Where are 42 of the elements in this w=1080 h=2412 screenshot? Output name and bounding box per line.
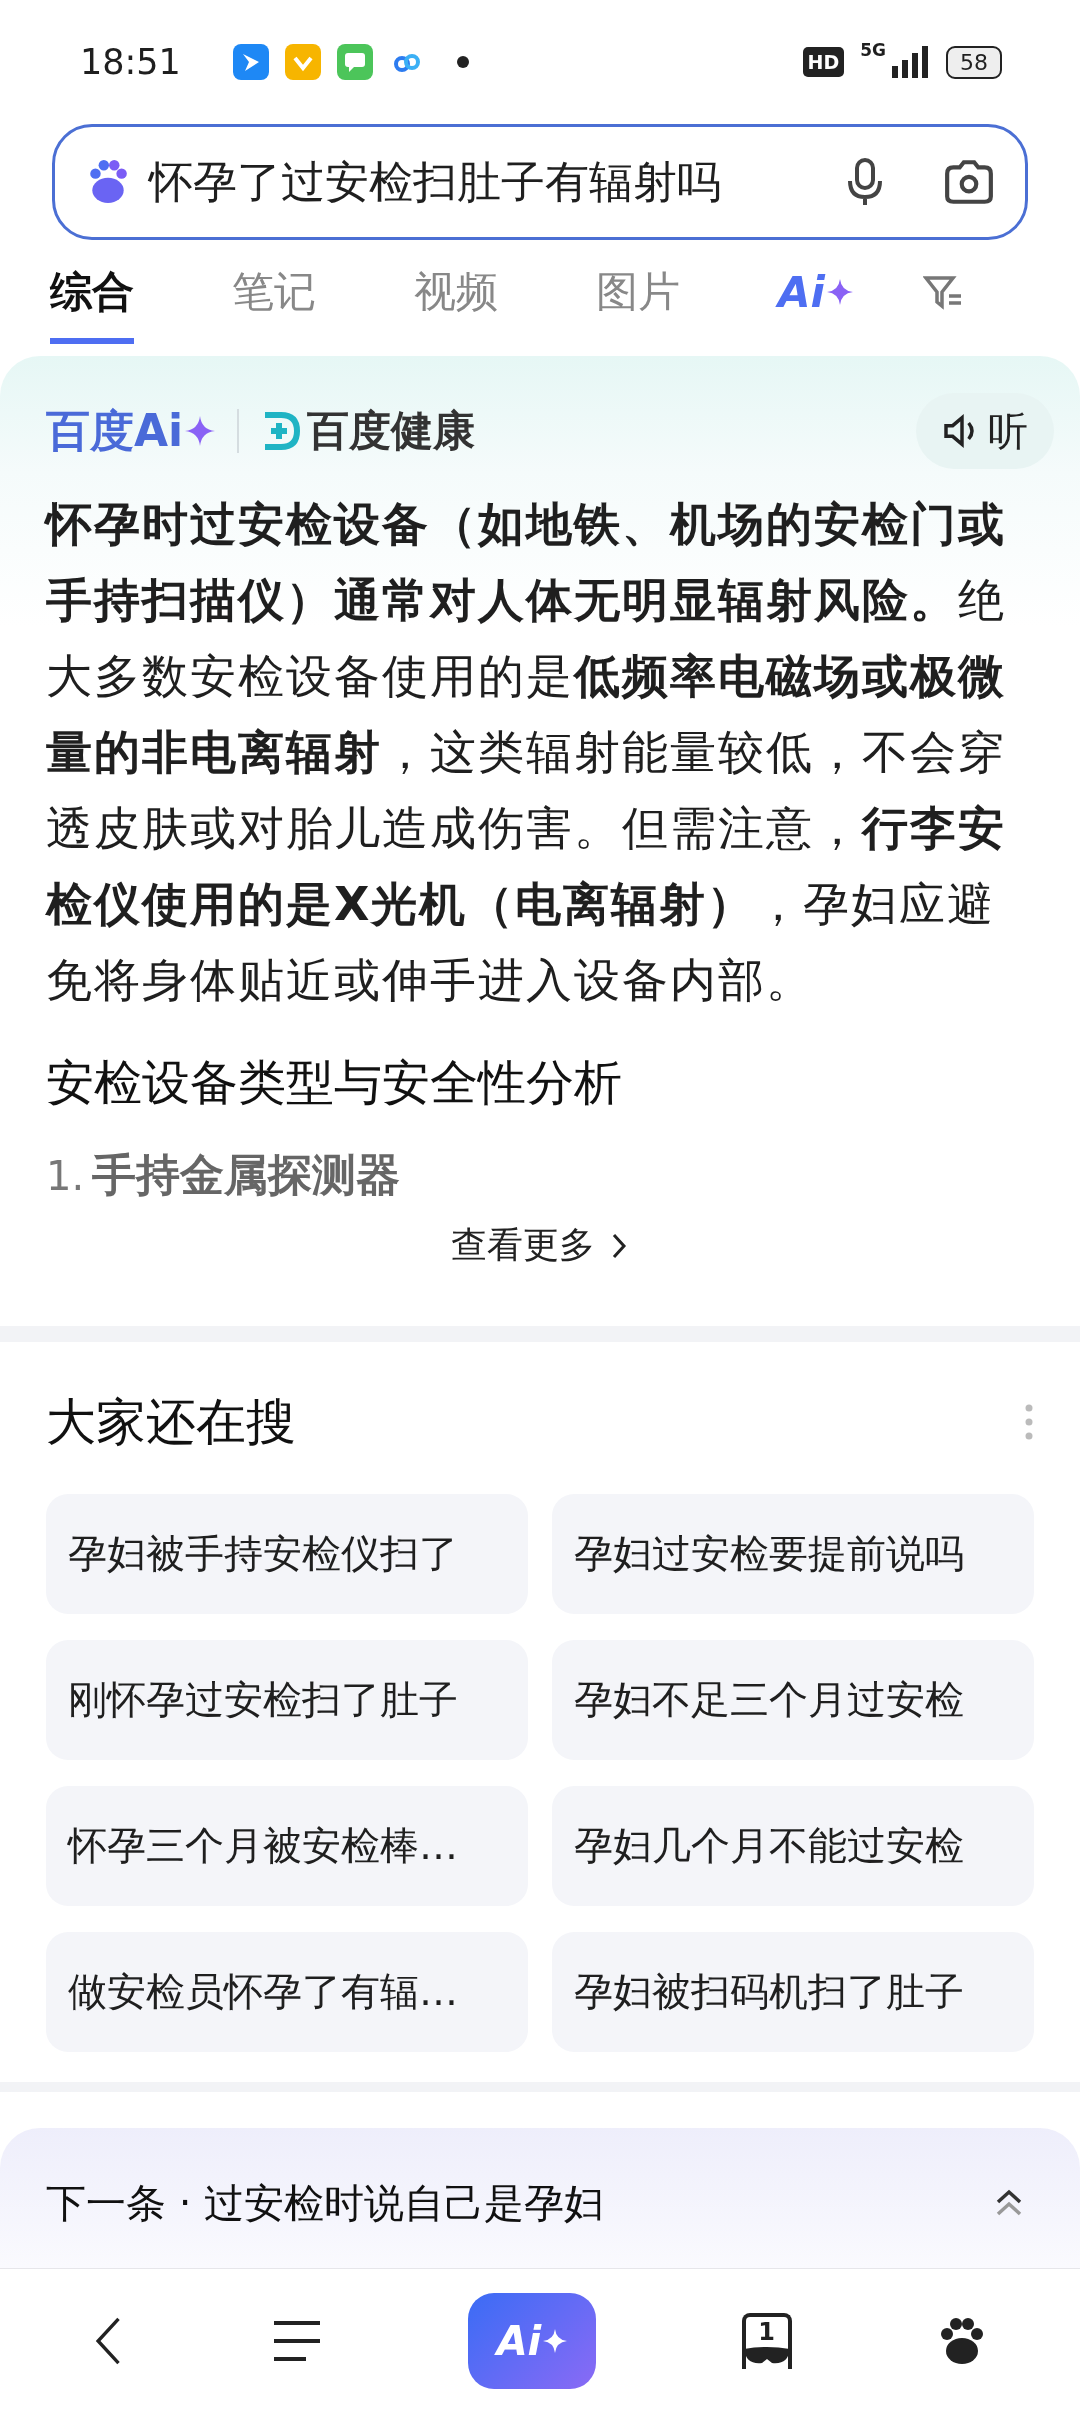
listen-button[interactable]: 听 xyxy=(916,393,1054,469)
related-search-chip[interactable]: 孕妇被手持安检仪扫了 xyxy=(46,1494,528,1614)
app-notification-icon xyxy=(232,44,269,80)
tab[interactable]: 图片 xyxy=(596,250,680,344)
related-search-chip[interactable]: 孕妇不足三个月过安检 xyxy=(552,1640,1034,1760)
section-title: 大家还在搜 xyxy=(46,1391,296,1453)
partner-logo: 百度健康 xyxy=(307,405,476,457)
menu-icon[interactable] xyxy=(272,2318,323,2363)
tabs-count-button[interactable]: 1 xyxy=(741,2312,792,2369)
section-heading: 安检设备类型与安全性分析 xyxy=(46,1053,623,1112)
double-chevron-up-icon xyxy=(994,2188,1024,2218)
sparkle-icon xyxy=(826,279,853,305)
search-query: 怀孕了过安检扫肚子有辐射吗 xyxy=(149,154,722,209)
battery-indicator: 58 xyxy=(946,45,1002,79)
network-label: 5G xyxy=(860,40,886,60)
tab[interactable]: 综合 xyxy=(50,250,134,344)
hd-badge: HD xyxy=(802,47,845,77)
list-item-title: 手持金属探测器 xyxy=(92,1148,401,1202)
status-time: 18:51 xyxy=(80,42,181,82)
ai-button[interactable]: Ai xyxy=(468,2292,596,2389)
camera-icon[interactable] xyxy=(943,159,995,205)
related-search-chip[interactable]: 孕妇几个月不能过安检 xyxy=(552,1786,1034,1906)
tab[interactable]: 视频 xyxy=(414,250,498,344)
see-more-link[interactable]: 查看更多 xyxy=(451,1221,629,1270)
related-search-chip[interactable]: 孕妇被扫码机扫了肚子 xyxy=(552,1932,1034,2052)
related-search-chip[interactable]: 孕妇过安检要提前说吗 xyxy=(552,1494,1034,1614)
search-field[interactable]: 怀孕了过安检扫肚子有辐射吗 xyxy=(52,124,1028,240)
next-result-text: 下一条 · 过安检时说自己是孕妇 xyxy=(46,2178,605,2228)
microphone-icon[interactable] xyxy=(845,157,885,207)
related-search-chip[interactable]: 怀孕三个月被安检棒… xyxy=(46,1786,528,1906)
tab[interactable]: 笔记 xyxy=(232,250,316,344)
related-search-chip[interactable]: 刚怀孕过安检扫了肚子 xyxy=(46,1640,528,1760)
sparkle-icon xyxy=(543,2328,568,2353)
dot-icon xyxy=(456,56,469,68)
related-search-chip[interactable]: 做安检员怀孕了有辐… xyxy=(46,1932,528,2052)
app-notification-icon xyxy=(284,44,321,80)
answer-paragraph: 怀孕时过安检设备（如地铁、机场的安检门或手持扫描仪）通常对人体无明显辐射风险。绝大多数安检设备使用的是低频率电磁场或极微量的非电离辐射，这类辐射能量较低，不会穿透皮肤或对胎儿造成伤害。但需注意，行李安检仪使用的是X光机（电离辐射），孕妇应避免将身体贴近或伸手进入设备内部。 xyxy=(46,496,1007,1009)
signal-icon xyxy=(890,46,930,78)
chat-icon xyxy=(336,44,373,80)
next-result-bar[interactable]: 下一条 · 过安检时说自己是孕妇 xyxy=(0,2128,1080,2269)
brand-logo: 百度Ai xyxy=(46,401,216,461)
list-number: 1. xyxy=(46,1153,85,1199)
